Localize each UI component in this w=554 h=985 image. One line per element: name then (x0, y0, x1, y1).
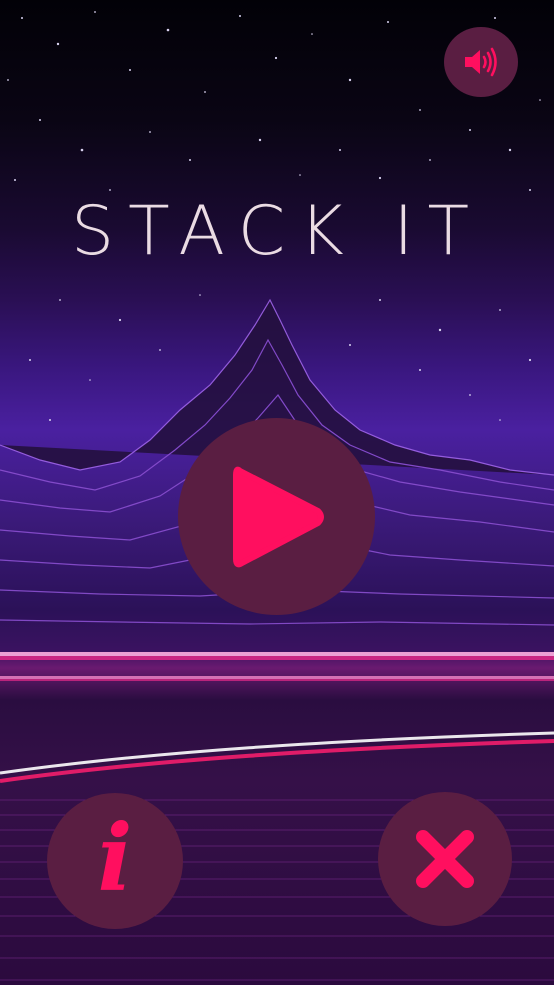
info-icon: i (97, 804, 133, 912)
close-button[interactable] (378, 792, 512, 926)
close-x-icon (416, 830, 474, 888)
game-title: STACK IT (70, 192, 484, 271)
game-menu-screen: STACK IT i (0, 0, 554, 985)
play-button[interactable] (178, 418, 375, 615)
info-button[interactable]: i (47, 793, 183, 929)
neon-horizon-lines (0, 652, 554, 783)
play-icon (232, 466, 324, 567)
sound-toggle-button[interactable] (444, 27, 518, 97)
speaker-on-icon (465, 47, 497, 77)
